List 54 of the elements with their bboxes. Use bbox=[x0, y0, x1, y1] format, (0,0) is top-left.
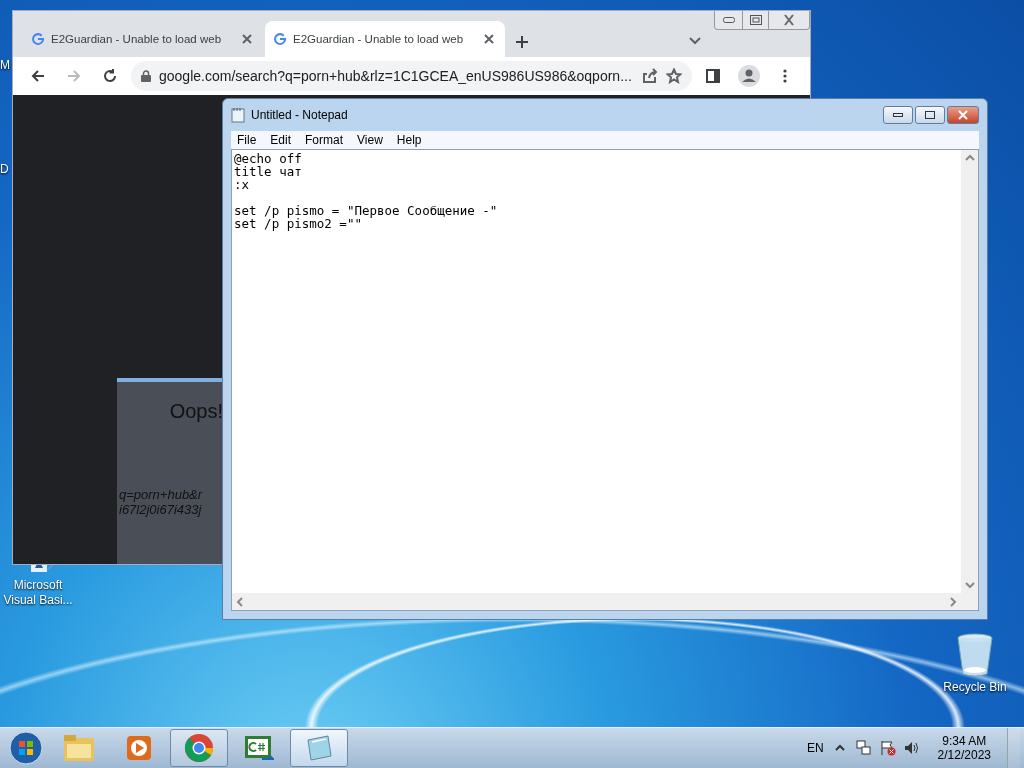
error-text: q=porn+hub&r bbox=[119, 487, 203, 502]
error-text: i67l2j0i67i433j bbox=[119, 502, 203, 517]
minimize-icon bbox=[722, 17, 735, 23]
lock-icon bbox=[141, 70, 151, 82]
clock[interactable]: 9:34 AM 2/12/2023 bbox=[937, 734, 991, 762]
side-panel-icon bbox=[706, 69, 720, 83]
speaker-icon[interactable] bbox=[903, 740, 920, 756]
notepad-icon bbox=[304, 734, 334, 762]
error-heading: Oops! bbox=[169, 400, 223, 423]
desktop-icon-label: M bbox=[0, 58, 10, 72]
menu-item[interactable]: View bbox=[351, 133, 391, 147]
avatar-icon bbox=[738, 65, 760, 87]
windows-logo-icon bbox=[9, 731, 43, 765]
star-icon bbox=[666, 68, 682, 84]
back-arrow-icon bbox=[30, 68, 46, 84]
network-icon[interactable] bbox=[855, 740, 872, 756]
play-icon bbox=[125, 734, 153, 762]
address-bar[interactable]: google.com/search?q=porn+hub&rlz=1C1GCEA_enUS986US986&oqporn... bbox=[131, 61, 692, 91]
menu-item[interactable]: Help bbox=[390, 133, 430, 147]
browser-tab[interactable]: E2Guardian - Unable to load web bbox=[23, 21, 263, 57]
desktop-icon-label[interactable]: Recycle Bin bbox=[943, 680, 1007, 695]
notepad-icon bbox=[231, 107, 245, 123]
maximize-button[interactable] bbox=[915, 106, 945, 124]
window-title: Untitled - Notepad bbox=[251, 108, 349, 122]
minimize-icon bbox=[893, 113, 903, 117]
close-button[interactable] bbox=[947, 106, 979, 124]
reload-icon bbox=[102, 68, 118, 84]
browser-tab[interactable]: E2Guardian - Unable to load web bbox=[265, 21, 505, 57]
flag-icon[interactable] bbox=[879, 740, 896, 756]
chrome-logo-icon bbox=[184, 733, 214, 763]
plus-icon bbox=[514, 34, 530, 50]
menu-item[interactable]: File bbox=[231, 133, 265, 147]
taskbar-button[interactable] bbox=[290, 729, 348, 767]
maximize-icon bbox=[749, 15, 762, 25]
menu-item[interactable]: Edit bbox=[264, 133, 300, 147]
google-icon bbox=[31, 32, 45, 46]
share-icon bbox=[642, 68, 658, 84]
horizontal-scrollbar[interactable] bbox=[232, 593, 961, 610]
minimize-button[interactable] bbox=[883, 106, 913, 124]
desktop-icon-label: D bbox=[0, 162, 9, 176]
maximize-icon bbox=[925, 111, 935, 119]
menu-icon bbox=[783, 69, 787, 83]
folder-icon bbox=[63, 734, 95, 762]
recycle-bin-icon bbox=[956, 632, 994, 678]
language-indicator[interactable]: EN bbox=[806, 741, 824, 755]
google-icon bbox=[273, 32, 287, 46]
taskbar-button[interactable] bbox=[170, 729, 228, 767]
close-icon bbox=[781, 12, 797, 28]
code-file-icon bbox=[244, 735, 274, 761]
menu-item[interactable]: Format bbox=[299, 133, 352, 147]
forward-arrow-icon bbox=[66, 68, 82, 84]
clock-date: 2/12/2023 bbox=[937, 748, 991, 762]
clock-time: 9:34 AM bbox=[942, 734, 987, 748]
vertical-scrollbar[interactable] bbox=[961, 150, 978, 593]
